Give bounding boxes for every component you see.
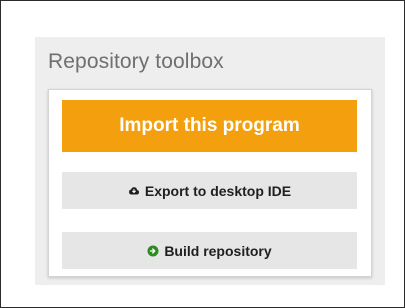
repository-toolbox: Repository toolbox Import this program E… [35,37,385,285]
export-to-ide-button[interactable]: Export to desktop IDE [62,172,357,209]
import-program-button[interactable]: Import this program [62,100,357,152]
arrow-circle-right-icon [147,245,159,257]
window-frame: Repository toolbox Import this program E… [0,0,405,308]
toolbox-title: Repository toolbox [48,50,224,73]
export-button-label: Export to desktop IDE [144,182,292,199]
cloud-download-icon [128,185,140,197]
build-repository-button[interactable]: Build repository [62,232,357,269]
toolbox-card: Import this program Export to desktop ID… [48,89,372,277]
build-button-label: Build repository [164,242,272,259]
